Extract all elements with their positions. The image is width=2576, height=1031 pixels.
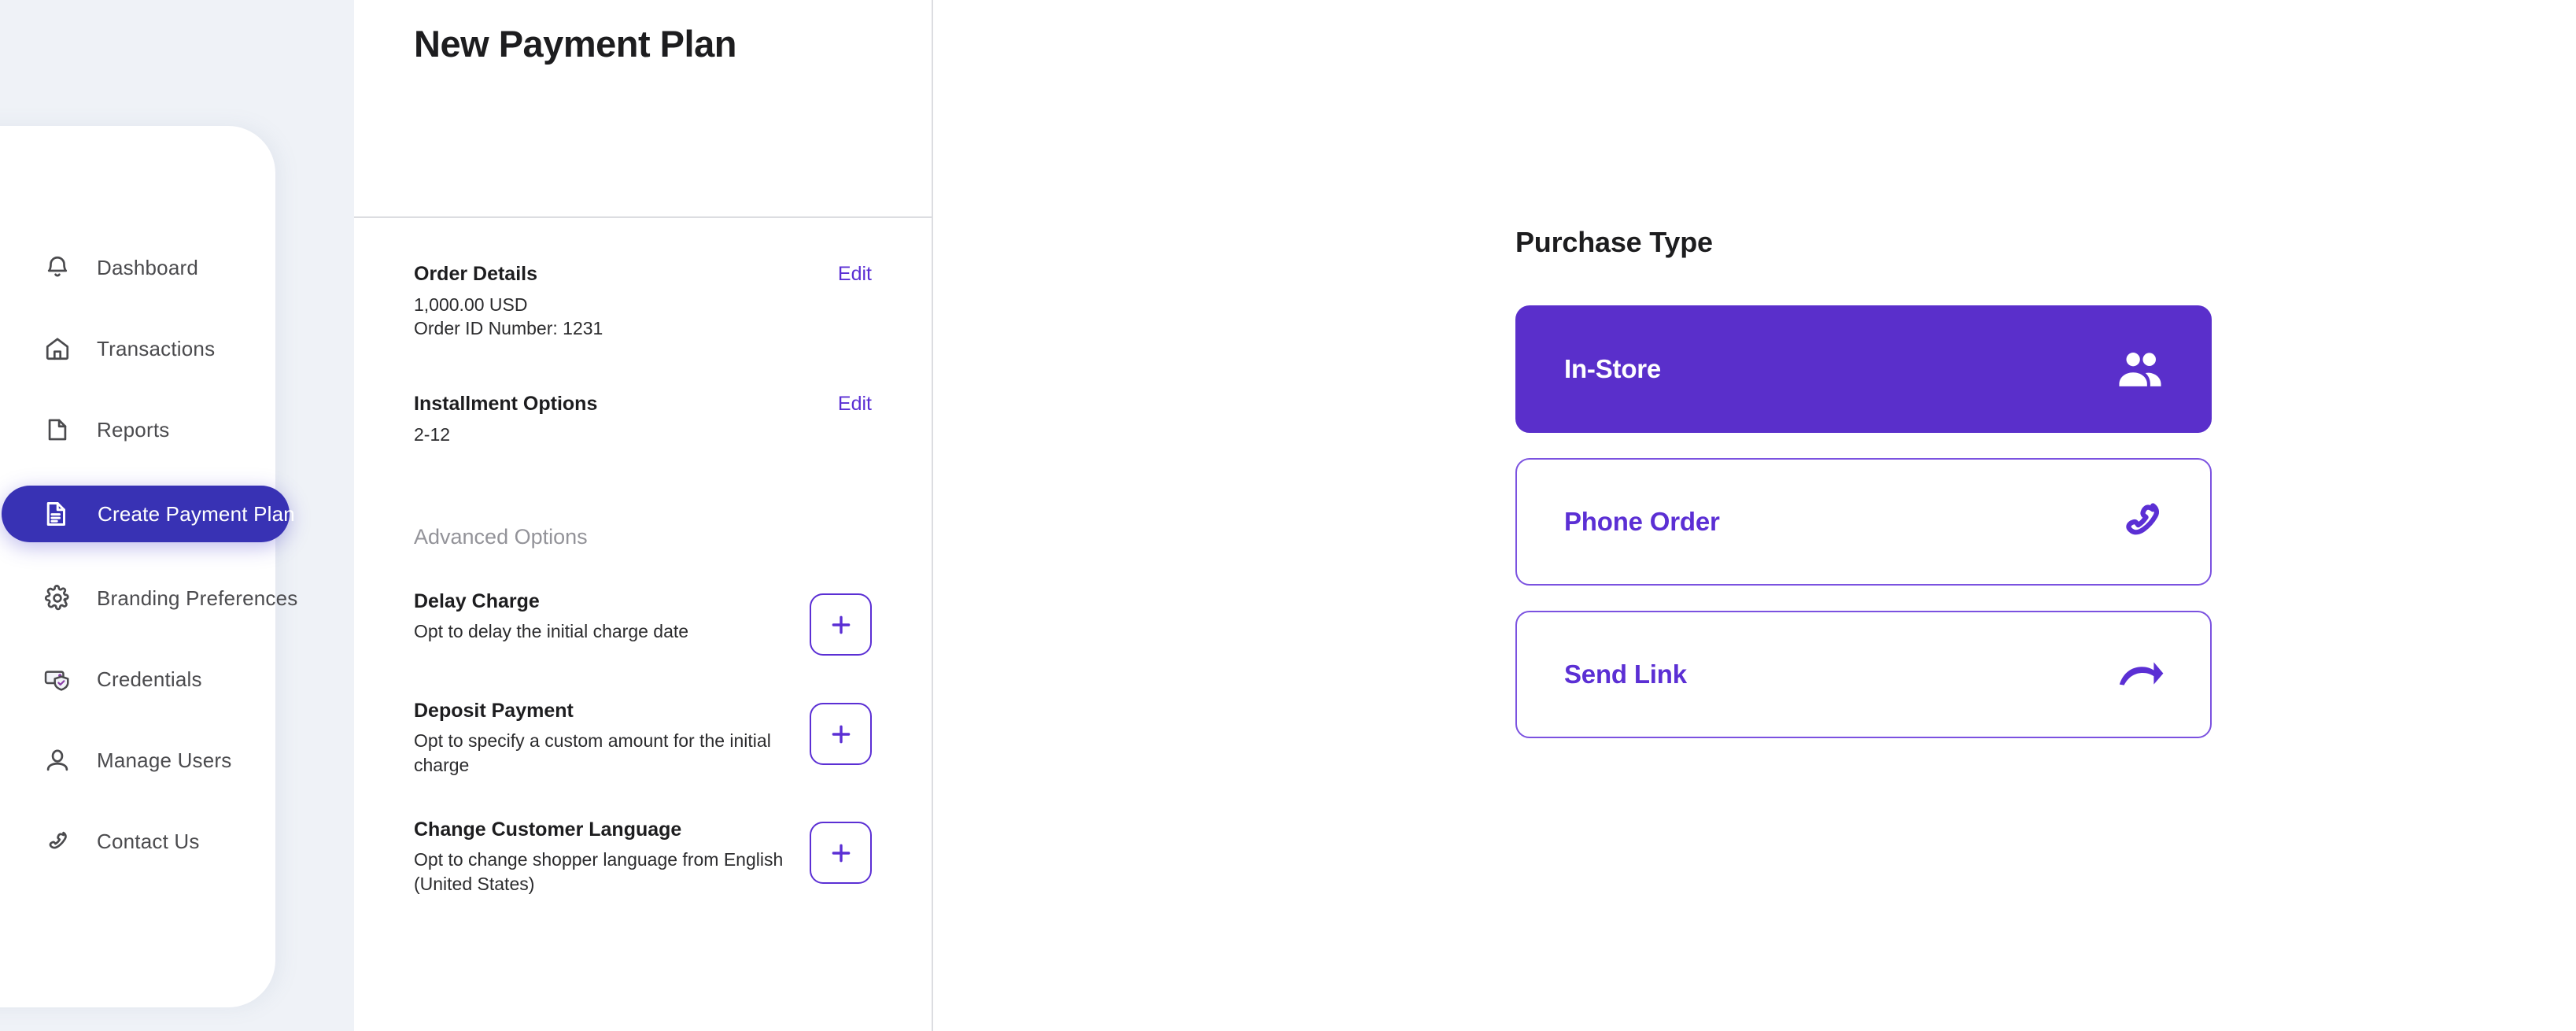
section-title: Installment Options: [414, 392, 598, 415]
sidebar-item-contact-us[interactable]: Contact Us: [0, 816, 323, 867]
sidebar-item-credentials[interactable]: Credentials: [0, 654, 323, 704]
sidebar-item-dashboard[interactable]: Dashboard: [0, 242, 323, 293]
section-title: Order Details: [414, 263, 538, 285]
people-icon: [2116, 349, 2165, 389]
add-deposit-payment-button[interactable]: [810, 703, 872, 766]
installment-options-text: Installment Options 2-12: [414, 393, 597, 446]
purchase-type-panel: Purchase Type In-Store Phone Order Send …: [935, 0, 2576, 1031]
card-shield-icon: [39, 666, 76, 693]
option-description: Opt to change shopper language from Engl…: [414, 849, 784, 894]
user-icon: [39, 747, 76, 774]
option-description: Opt to delay the initial charge date: [414, 621, 689, 642]
purchase-type-option-phone-order[interactable]: Phone Order: [1515, 458, 2212, 586]
edit-installment-options-link[interactable]: Edit: [838, 393, 872, 414]
bell-icon: [39, 254, 76, 281]
panel-header: New Payment Plan: [354, 0, 932, 218]
sidebar-item-label: Manage Users: [97, 748, 232, 772]
purchase-type-options: In-Store Phone Order Send Link: [1515, 305, 2212, 763]
panel-body: Order Details 1,000.00 USD Order ID Numb…: [354, 218, 932, 896]
plus-icon: [828, 612, 854, 638]
order-amount: 1,000.00 USD: [414, 294, 528, 315]
purchase-type-label: In-Store: [1564, 354, 1662, 383]
app-root: Dashboard Transactions Reports Create Pa…: [0, 0, 2576, 1031]
phone-icon: [39, 828, 76, 855]
option-text: Deposit Payment Opt to specify a custom …: [414, 700, 784, 777]
option-title: Deposit Payment: [414, 700, 574, 722]
document-icon: [39, 416, 76, 443]
option-title: Change Customer Language: [414, 819, 682, 841]
installment-options-section: Installment Options 2-12 Edit: [414, 341, 872, 446]
sidebar-item-label: Dashboard: [97, 255, 198, 279]
plus-icon: [828, 840, 854, 867]
edit-order-details-link[interactable]: Edit: [838, 263, 872, 284]
sidebar-item-branding-preferences[interactable]: Branding Preferences: [0, 573, 323, 623]
sidebar-nav: Dashboard Transactions Reports Create Pa…: [0, 242, 323, 897]
sidebar-item-label: Credentials: [97, 667, 202, 691]
advanced-option-delay-charge: Delay Charge Opt to delay the initial ch…: [414, 590, 872, 656]
option-description: Opt to specify a custom amount for the i…: [414, 730, 771, 775]
phone-call-icon: [2119, 499, 2165, 545]
advanced-option-change-customer-language: Change Customer Language Opt to change s…: [414, 819, 872, 896]
order-id: Order ID Number: 1231: [414, 318, 603, 339]
purchase-type-label: Phone Order: [1564, 507, 1720, 536]
payment-plan-panel: New Payment Plan Order Details 1,000.00 …: [354, 0, 933, 1031]
purchase-type-option-send-link[interactable]: Send Link: [1515, 611, 2212, 738]
home-icon: [39, 335, 76, 362]
page-title: New Payment Plan: [414, 23, 736, 65]
sidebar-item-label: Transactions: [97, 336, 216, 360]
purchase-type-label: Send Link: [1564, 660, 1687, 689]
installment-range: 2-12: [414, 423, 451, 445]
option-text: Change Customer Language Opt to change s…: [414, 819, 784, 896]
gear-icon: [39, 585, 76, 612]
plus-icon: [828, 721, 854, 748]
option-text: Delay Charge Opt to delay the initial ch…: [414, 590, 688, 644]
add-change-customer-language-button[interactable]: [810, 822, 872, 885]
add-delay-charge-button[interactable]: [810, 593, 872, 656]
file-text-icon: [38, 500, 74, 528]
sidebar-item-label: Branding Preferences: [97, 586, 298, 610]
purchase-type-title: Purchase Type: [1515, 226, 1713, 258]
order-details-section: Order Details 1,000.00 USD Order ID Numb…: [414, 218, 872, 341]
sidebar-item-manage-users[interactable]: Manage Users: [0, 735, 323, 785]
option-title: Delay Charge: [414, 590, 540, 613]
share-arrow-icon: [2117, 657, 2165, 692]
sidebar-item-label: Contact Us: [97, 829, 200, 853]
sidebar-item-create-payment-plan[interactable]: Create Payment Plan: [2, 486, 295, 542]
order-details-text: Order Details 1,000.00 USD Order ID Numb…: [414, 263, 603, 341]
advanced-options-header: Advanced Options: [414, 525, 588, 549]
advanced-option-deposit-payment: Deposit Payment Opt to specify a custom …: [414, 700, 872, 777]
purchase-type-option-in-store[interactable]: In-Store: [1515, 305, 2212, 433]
sidebar-item-transactions[interactable]: Transactions: [0, 323, 323, 374]
sidebar-item-label: Create Payment Plan: [98, 501, 295, 526]
sidebar-item-reports[interactable]: Reports: [0, 405, 323, 455]
sidebar-item-label: Reports: [97, 417, 170, 442]
